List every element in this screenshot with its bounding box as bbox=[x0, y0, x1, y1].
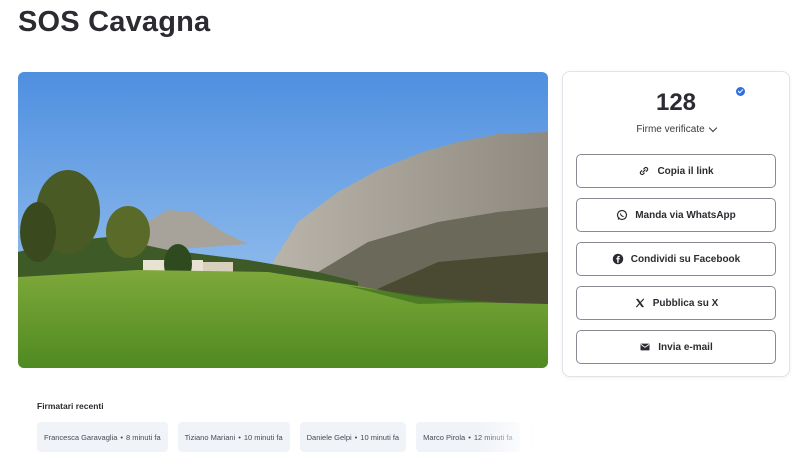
signer-name: Tiziano Mariani bbox=[184, 432, 236, 442]
share-card: 128 Firme verificate Copia il link Manda… bbox=[562, 71, 790, 377]
link-icon bbox=[640, 166, 649, 176]
x-icon bbox=[635, 298, 644, 308]
petition-hero-image bbox=[18, 72, 548, 368]
recent-signer-chip: Francesca Garavaglia • 8 minuti fa bbox=[37, 422, 168, 452]
signer-name: Daniele Gelpi bbox=[306, 432, 352, 442]
recent-signer-chip: Marco Pirola • 12 minuti fa bbox=[416, 422, 520, 452]
mail-icon bbox=[640, 343, 650, 351]
verified-badge-icon bbox=[736, 87, 745, 96]
signer-name: Tizia bbox=[536, 432, 547, 442]
page-title: SOS Cavagna bbox=[18, 6, 211, 38]
x-share-button[interactable]: Pubblica su X bbox=[576, 286, 776, 320]
recent-signer-chip: Daniele Gelpi • 10 minuti fa bbox=[299, 422, 407, 452]
facebook-icon bbox=[612, 253, 624, 265]
signer-name: Francesca Garavaglia bbox=[44, 432, 118, 442]
recent-signer-chip: Tiziano Mariani • 10 minuti fa bbox=[177, 422, 290, 452]
recent-signers-list: Francesca Garavaglia • 8 minuti fa Tiziano… bbox=[37, 422, 547, 452]
signer-time: 10 minuti fa bbox=[243, 432, 283, 442]
recent-signers-title: Firmatari recenti bbox=[37, 401, 104, 411]
signer-time: 10 minuti fa bbox=[360, 432, 400, 442]
signer-time: 8 minuti fa bbox=[126, 432, 161, 442]
verified-signatures-dropdown[interactable]: Firme verificate bbox=[563, 122, 789, 136]
chevron-down-icon bbox=[708, 123, 717, 132]
email-share-button[interactable]: Invia e-mail bbox=[576, 330, 776, 364]
whatsapp-icon bbox=[617, 209, 628, 221]
signer-name: Marco Pirola bbox=[423, 432, 466, 442]
signer-time: 12 minuti fa bbox=[473, 432, 513, 442]
copy-link-button[interactable]: Copia il link bbox=[576, 154, 776, 188]
signature-count: 128 bbox=[655, 89, 697, 116]
facebook-share-button[interactable]: Condividi su Facebook bbox=[576, 242, 776, 276]
verified-signatures-label: Firme verificate bbox=[636, 123, 705, 135]
whatsapp-share-button[interactable]: Manda via WhatsApp bbox=[576, 198, 776, 232]
recent-signer-chip: Tizia bbox=[529, 422, 547, 452]
